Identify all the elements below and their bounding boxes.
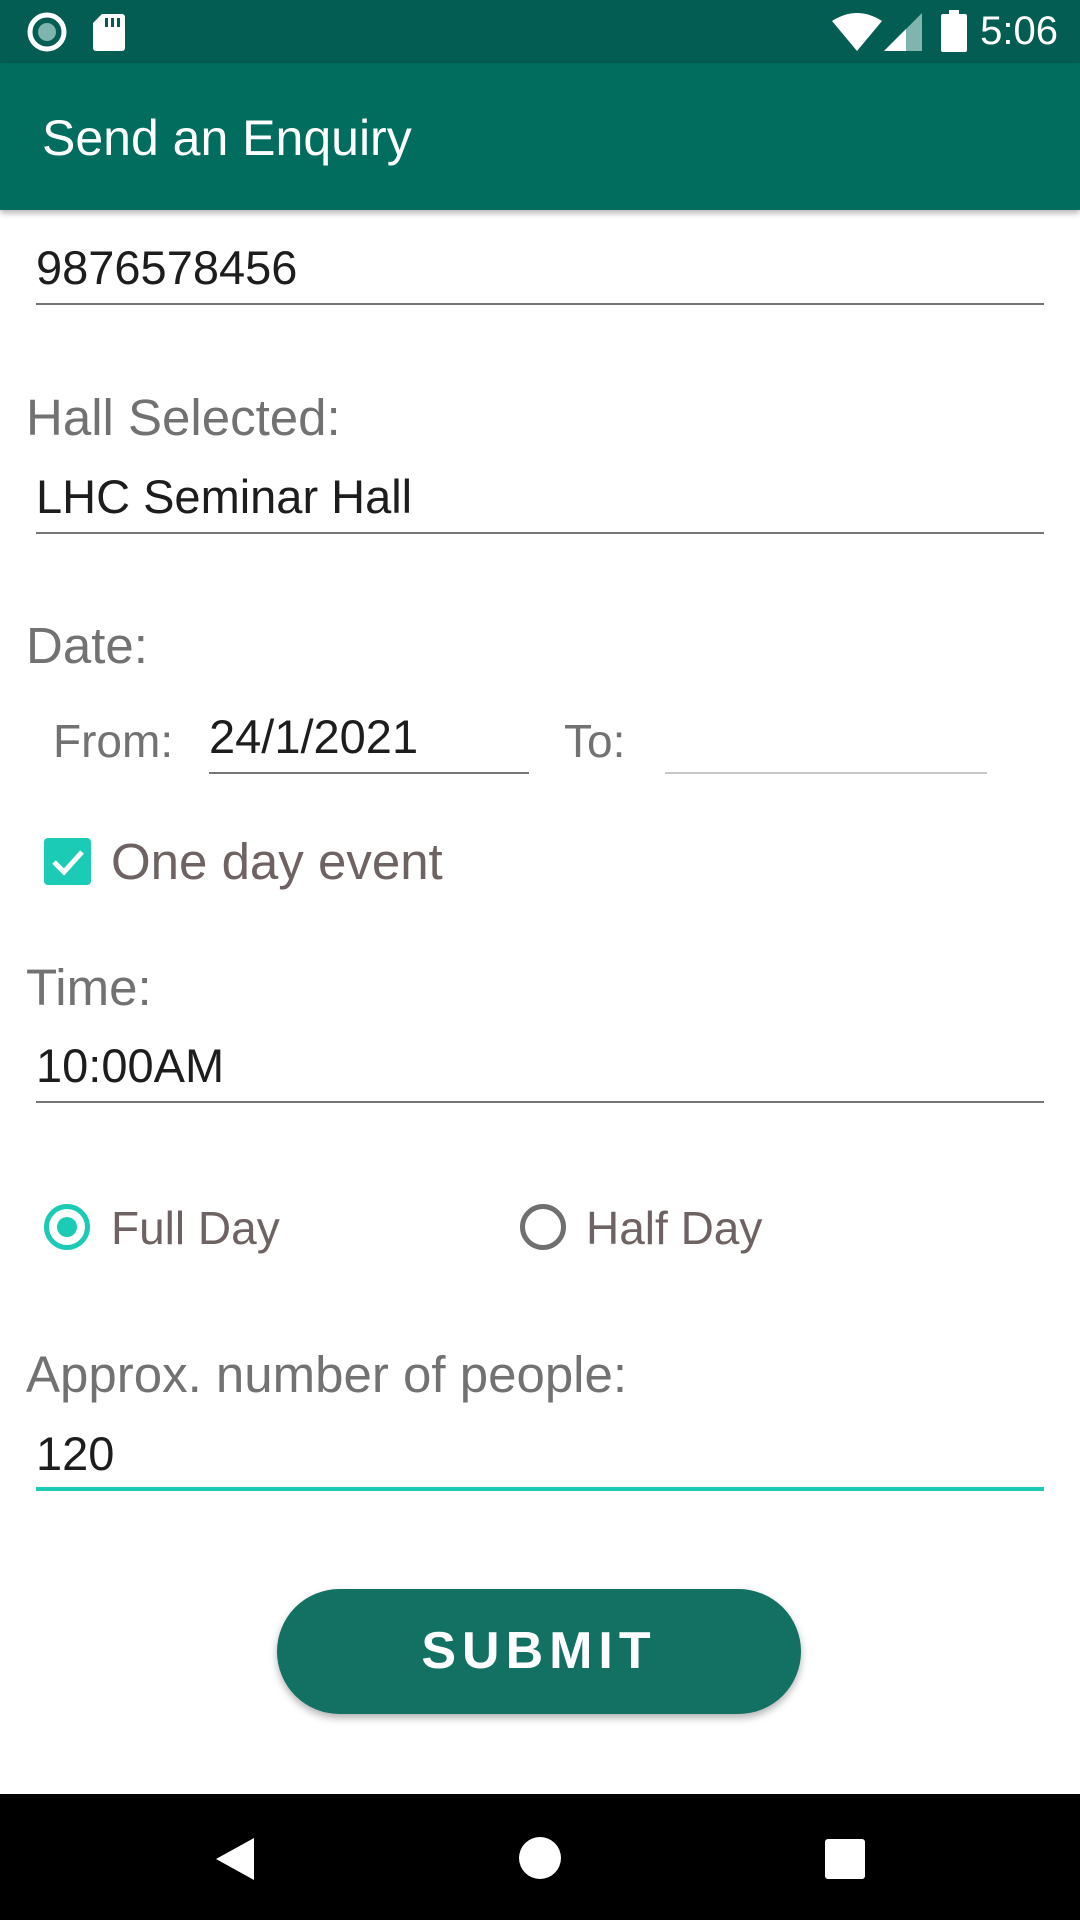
page-title: Send an Enquiry — [42, 110, 412, 166]
submit-button[interactable]: SUBMIT — [277, 1589, 801, 1714]
check-icon — [52, 850, 84, 876]
back-icon[interactable] — [214, 1836, 256, 1882]
to-label: To: — [564, 715, 626, 767]
half-day-radio[interactable] — [520, 1204, 566, 1250]
signal-icon — [884, 13, 922, 51]
from-label: From: — [53, 715, 174, 767]
date-label: Date: — [26, 617, 148, 674]
one-day-checkbox[interactable] — [44, 838, 91, 885]
sd-card-icon — [93, 14, 125, 51]
home-icon[interactable] — [518, 1836, 562, 1880]
people-count-field[interactable]: 120 — [36, 1419, 1044, 1491]
record-icon — [27, 12, 67, 52]
time-field[interactable]: 10:00AM — [36, 1031, 1044, 1103]
one-day-label[interactable]: One day event — [111, 832, 443, 891]
navigation-bar — [0, 1794, 1080, 1920]
app-bar: Send an Enquiry — [0, 63, 1080, 210]
phone-field[interactable]: 9876578456 — [36, 233, 1044, 305]
to-date-field[interactable] — [665, 702, 987, 774]
status-bar: 5:06 — [0, 0, 1080, 63]
half-day-label[interactable]: Half Day — [586, 1201, 762, 1255]
people-label: Approx. number of people: — [26, 1346, 628, 1403]
status-time: 5:06 — [980, 9, 1058, 53]
full-day-radio[interactable] — [44, 1204, 90, 1250]
recents-icon[interactable] — [825, 1839, 865, 1879]
hall-label: Hall Selected: — [26, 389, 341, 446]
hall-field[interactable]: LHC Seminar Hall — [36, 462, 1044, 534]
wifi-icon — [832, 13, 882, 51]
from-date-field[interactable]: 24/1/2021 — [209, 702, 529, 774]
battery-icon — [941, 10, 967, 52]
full-day-label[interactable]: Full Day — [111, 1201, 280, 1255]
time-label: Time: — [26, 959, 152, 1016]
